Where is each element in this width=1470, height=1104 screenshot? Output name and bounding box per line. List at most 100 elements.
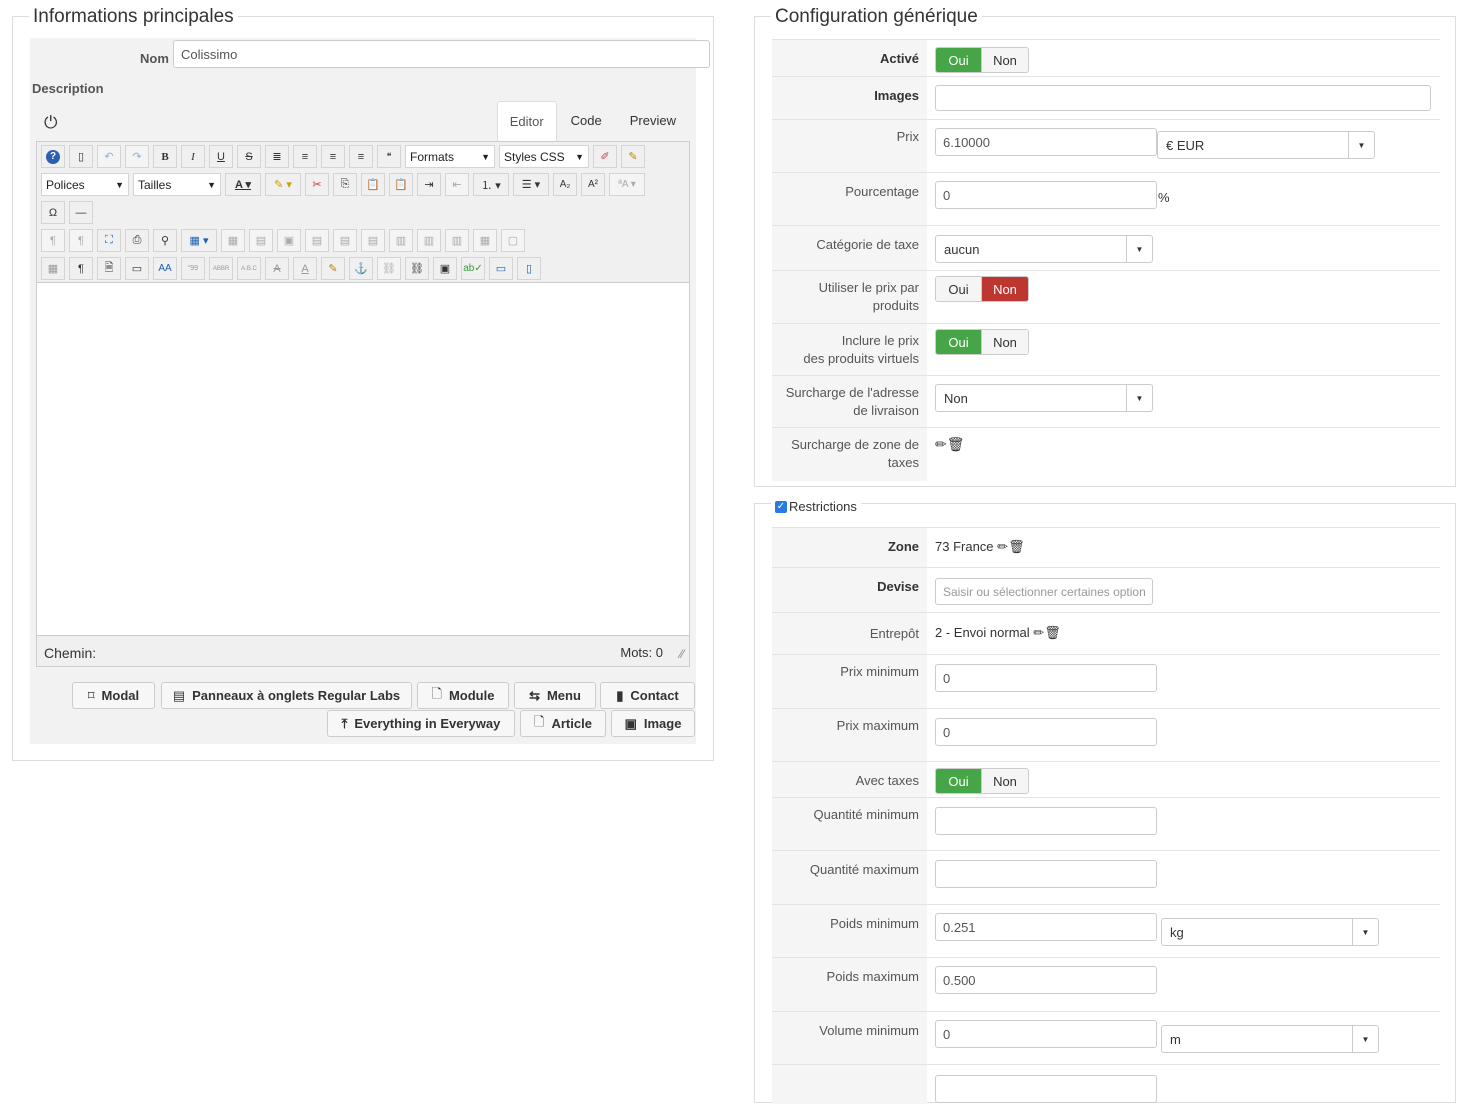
sizes-select[interactable]: Tailles ▼: [133, 173, 221, 196]
per-product-yes[interactable]: Oui: [936, 277, 981, 301]
acronym-icon[interactable]: A.B.C: [237, 257, 261, 280]
tab-preview[interactable]: Preview: [616, 101, 690, 141]
delete-row-icon[interactable]: ▤: [361, 229, 385, 252]
cleanup-broom-icon[interactable]: ✎: [621, 145, 645, 168]
cut-icon[interactable]: ✂: [305, 173, 329, 196]
subscript-icon[interactable]: A₂: [553, 173, 577, 196]
cite-icon[interactable]: “99: [181, 257, 205, 280]
with-tax-yes[interactable]: Oui: [936, 769, 981, 793]
strikethrough-icon[interactable]: S: [237, 145, 261, 168]
style-props-icon[interactable]: AA: [153, 257, 177, 280]
merge-cells-icon[interactable]: ▢: [501, 229, 525, 252]
edit-pencil-icon[interactable]: ✏: [1033, 625, 1044, 640]
attributes-icon[interactable]: ✎: [321, 257, 345, 280]
paste-text-icon[interactable]: 📋: [389, 173, 413, 196]
align-left-icon[interactable]: ≡: [321, 145, 345, 168]
volume-unit-select[interactable]: m ▼: [1161, 1025, 1379, 1053]
horizontal-rule-icon[interactable]: —: [69, 201, 93, 224]
ltr-icon[interactable]: ¶: [41, 229, 65, 252]
paste-icon[interactable]: 📋: [361, 173, 385, 196]
per-product-toggle[interactable]: Oui Non: [935, 276, 1029, 302]
tab-code[interactable]: Code: [557, 101, 616, 141]
edit-pencil-icon[interactable]: ✏: [997, 539, 1008, 554]
highlight-color-icon[interactable]: ✎ ▾: [265, 173, 301, 196]
numbered-list-icon[interactable]: ⒈ ▾: [473, 173, 509, 196]
active-yes[interactable]: Oui: [936, 48, 981, 72]
italic-icon[interactable]: I: [181, 145, 205, 168]
visual-aid-icon[interactable]: ▦: [41, 257, 65, 280]
align-right-icon[interactable]: ≡: [349, 145, 373, 168]
anchor-icon[interactable]: ⚓: [349, 257, 373, 280]
text-color-icon[interactable]: A ▾: [225, 173, 261, 196]
formats-select[interactable]: Formats ▼: [405, 145, 495, 168]
split-cells-icon[interactable]: ▦: [473, 229, 497, 252]
table-icon[interactable]: ▦ ▾: [181, 229, 217, 252]
styles-select[interactable]: Styles CSS ▼: [499, 145, 589, 168]
contact-button[interactable]: ▮ Contact: [600, 682, 695, 709]
currency-select[interactable]: € EUR ▼: [1157, 131, 1375, 159]
with-tax-no[interactable]: Non: [981, 769, 1028, 793]
active-toggle[interactable]: Oui Non: [935, 47, 1029, 73]
editor-content-area[interactable]: [37, 282, 689, 636]
currency-multiselect-input[interactable]: [935, 578, 1153, 605]
article-button[interactable]: 🗋 Article: [520, 710, 606, 737]
insert-row-after-icon[interactable]: ▤: [333, 229, 357, 252]
blockquote-icon[interactable]: ❝: [377, 145, 401, 168]
bullet-list-icon[interactable]: ☰ ▾: [513, 173, 549, 196]
tax-category-select[interactable]: aucun ▼: [935, 235, 1153, 263]
undo-icon[interactable]: ↶: [97, 145, 121, 168]
page-break-icon[interactable]: ▭: [125, 257, 149, 280]
edit-pencil-icon[interactable]: ✏: [935, 436, 947, 452]
images-input[interactable]: [935, 85, 1431, 111]
min-qty-input[interactable]: [935, 807, 1157, 835]
help-icon[interactable]: ?: [41, 145, 65, 168]
rtl-icon[interactable]: ¶: [69, 229, 93, 252]
special-char-icon[interactable]: Ω: [41, 201, 65, 224]
preview-icon[interactable]: ▯: [517, 257, 541, 280]
module-button[interactable]: 🗋 Module: [417, 682, 509, 709]
trash-icon[interactable]: 🗑: [1008, 539, 1025, 554]
name-input[interactable]: [173, 40, 710, 68]
ins-icon[interactable]: A: [293, 257, 317, 280]
override-address-select[interactable]: Non ▼: [935, 384, 1153, 412]
menu-button[interactable]: ⇆ Menu: [514, 682, 596, 709]
link-icon[interactable]: ⛓: [405, 257, 429, 280]
template-icon[interactable]: 🗎: [97, 257, 121, 280]
min-weight-input[interactable]: [935, 913, 1157, 941]
tab-editor[interactable]: Editor: [496, 101, 557, 141]
insert-col-before-icon[interactable]: ▥: [389, 229, 413, 252]
translate-icon[interactable]: ªA ▾: [609, 173, 645, 196]
underline-icon[interactable]: U: [209, 145, 233, 168]
virtual-products-no[interactable]: Non: [981, 330, 1028, 354]
restrictions-checkbox[interactable]: ✓: [775, 501, 787, 513]
fonts-select[interactable]: Polices ▼: [41, 173, 129, 196]
new-document-icon[interactable]: ▯: [69, 145, 93, 168]
delete-table-icon[interactable]: ▦: [221, 229, 245, 252]
align-center-icon[interactable]: ≡: [293, 145, 317, 168]
align-justify-icon[interactable]: ≣: [265, 145, 289, 168]
eraser-icon[interactable]: ✐: [593, 145, 617, 168]
editor-toggle-icon[interactable]: ⏻: [44, 113, 57, 133]
active-no[interactable]: Non: [981, 48, 1028, 72]
trash-icon[interactable]: 🗑: [1044, 625, 1061, 640]
iframe-icon[interactable]: ▭: [489, 257, 513, 280]
insert-col-after-icon[interactable]: ▥: [417, 229, 441, 252]
find-replace-icon[interactable]: ⚲: [153, 229, 177, 252]
spellcheck-icon[interactable]: ab✓: [461, 257, 485, 280]
max-price-input[interactable]: [935, 718, 1157, 746]
tabs-panels-button[interactable]: ▤ Panneaux à onglets Regular Labs: [161, 682, 412, 709]
print-icon[interactable]: ⎙: [125, 229, 149, 252]
redo-icon[interactable]: ↷: [125, 145, 149, 168]
copy-icon[interactable]: ⎘: [333, 173, 357, 196]
virtual-products-yes[interactable]: Oui: [936, 330, 981, 354]
show-blocks-icon[interactable]: ¶: [69, 257, 93, 280]
fullscreen-icon[interactable]: ⛶: [97, 229, 121, 252]
virtual-products-toggle[interactable]: Oui Non: [935, 329, 1029, 355]
superscript-icon[interactable]: A²: [581, 173, 605, 196]
with-tax-toggle[interactable]: Oui Non: [935, 768, 1029, 794]
abbr-icon[interactable]: ABBR: [209, 257, 233, 280]
min-price-input[interactable]: [935, 664, 1157, 692]
row-props-icon[interactable]: ▤: [249, 229, 273, 252]
indent-icon[interactable]: ⇥: [417, 173, 441, 196]
bold-icon[interactable]: B: [153, 145, 177, 168]
